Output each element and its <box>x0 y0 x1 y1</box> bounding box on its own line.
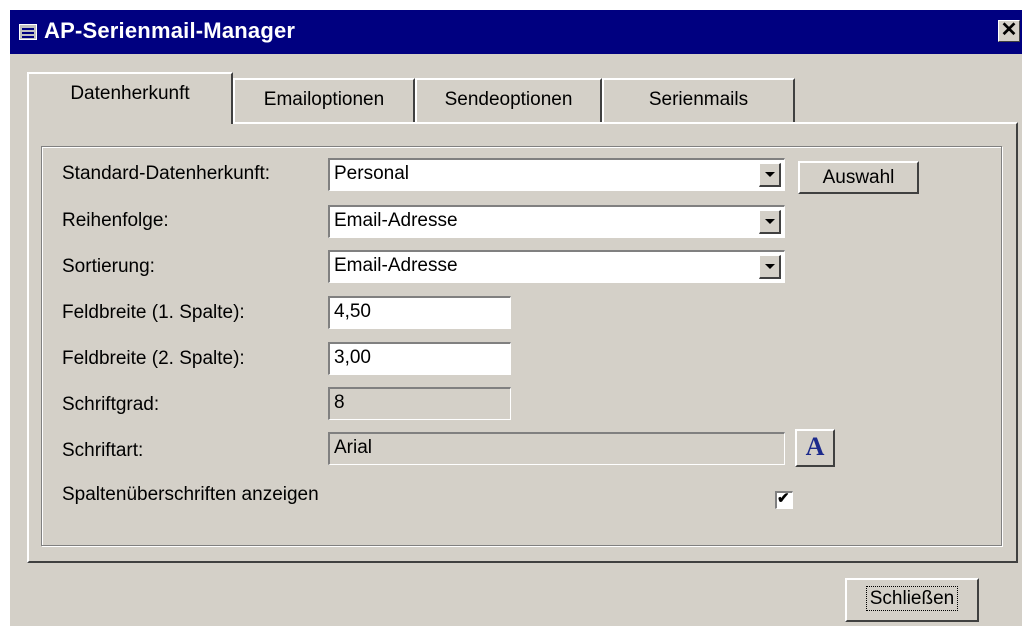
standard-datenherkunft-dropdown-button[interactable] <box>759 163 781 187</box>
window-title: AP-Serienmail-Manager <box>44 18 296 43</box>
schriftart-field: Arial <box>328 432 785 465</box>
form-icon <box>19 24 37 40</box>
sortierung-select[interactable]: Email-Adresse <box>328 250 785 283</box>
standard-datenherkunft-select[interactable]: Personal <box>328 158 785 191</box>
spaltenueberschriften-checkbox[interactable]: ✔ <box>775 490 793 509</box>
chevron-down-icon <box>765 264 775 269</box>
auswahl-button[interactable]: Auswahl <box>798 161 919 194</box>
schliessen-button-label: Schließen <box>865 586 959 611</box>
schriftgrad-field: 8 <box>328 387 511 420</box>
feldbreite-2-input[interactable]: 3,00 <box>328 342 511 375</box>
close-window-button[interactable]: ✕ <box>998 20 1020 42</box>
reihenfolge-select[interactable]: Email-Adresse <box>328 205 785 238</box>
font-letter-icon: A <box>805 432 825 461</box>
tab-emailoptionen[interactable]: Emailoptionen <box>233 78 415 122</box>
reihenfolge-value: Email-Adresse <box>334 210 458 231</box>
title-bar[interactable]: AP-Serienmail-Manager ✕ <box>10 10 1022 54</box>
font-picker-button[interactable]: A <box>795 429 835 467</box>
schliessen-button[interactable]: Schließen <box>845 578 979 622</box>
checkmark-icon: ✔ <box>777 490 790 507</box>
sortierung-dropdown-button[interactable] <box>759 255 781 279</box>
tab-datenherkunft[interactable]: Datenherkunft <box>27 72 233 124</box>
chevron-down-icon <box>765 219 775 224</box>
reihenfolge-dropdown-button[interactable] <box>759 210 781 234</box>
chevron-down-icon <box>765 172 775 177</box>
app-window: AP-Serienmail-Manager ✕ Datenherkunft Em… <box>10 10 1022 626</box>
feldbreite-1-input[interactable]: 4,50 <box>328 296 511 329</box>
tab-sendeoptionen[interactable]: Sendeoptionen <box>415 78 602 122</box>
sortierung-value: Email-Adresse <box>334 255 458 276</box>
standard-datenherkunft-value: Personal <box>334 163 409 184</box>
tab-serienmails[interactable]: Serienmails <box>602 78 795 122</box>
